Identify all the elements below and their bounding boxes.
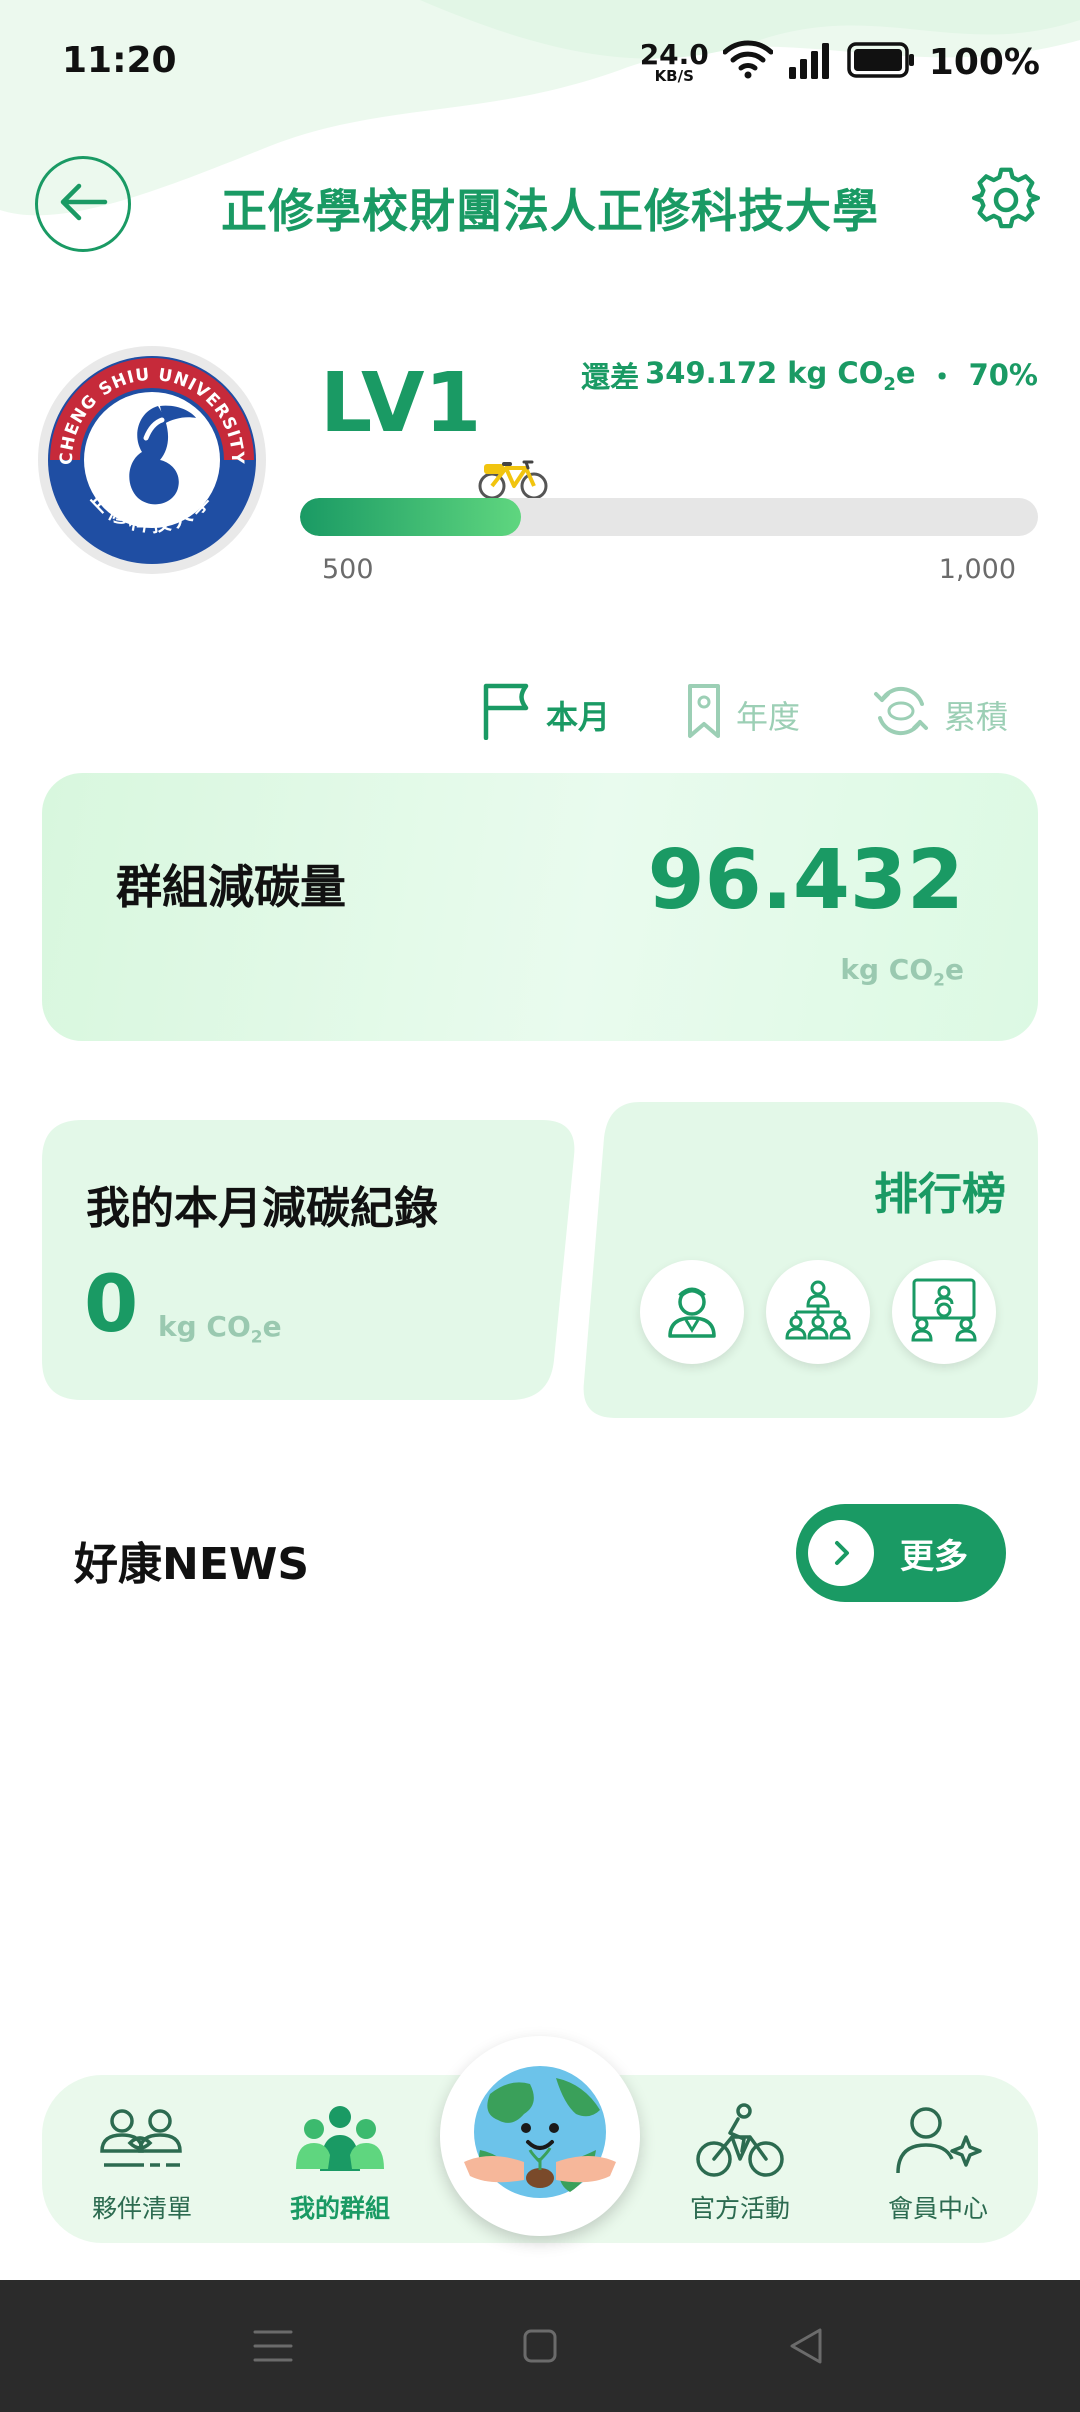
nav-official-events[interactable]: 官方活動: [670, 2103, 810, 2233]
news-title: 好康NEWS: [74, 1539, 310, 1590]
status-time: 11:20: [62, 40, 177, 81]
battery-icon: [847, 41, 915, 83]
level-label: LV1: [320, 356, 482, 451]
group-reduction-label: 群組減碳量: [116, 860, 346, 914]
menu-icon[interactable]: [247, 2320, 299, 2372]
flag-icon: [480, 682, 532, 748]
back-button[interactable]: [35, 156, 131, 252]
nav-partners-label: 夥伴清單: [91, 2194, 192, 2223]
person-icon: [662, 1280, 722, 1344]
nav-official-events-label: 官方活動: [689, 2194, 790, 2223]
remaining-prefix: 還差: [581, 360, 640, 394]
nav-my-group-label: 我的群組: [289, 2194, 390, 2223]
gear-icon: [971, 166, 1041, 238]
nav-member-center[interactable]: 會員中心: [868, 2103, 1008, 2233]
chevron-right-icon: [808, 1520, 874, 1586]
home-icon[interactable]: [514, 2320, 566, 2372]
ranking-group-button[interactable]: [766, 1260, 870, 1364]
progress-max-label: 1,000: [938, 554, 1016, 585]
level-section: CHENG SHIU UNIVERSITY 正修科技大學 LV1 還差 349.…: [0, 340, 1080, 620]
nav-partners[interactable]: 夥伴清單: [72, 2103, 212, 2233]
status-icons: 24.0 KB/S 100%: [640, 38, 1040, 86]
app-header: 正修學校財團法人正修科技大學: [0, 150, 1080, 260]
network-speed: 24.0 KB/S: [639, 37, 709, 85]
monthly-record-card[interactable]: 我的本月減碳紀錄 0 kg CO2e: [42, 1120, 578, 1400]
group-reduction-value: 96.432: [647, 833, 964, 928]
remaining-to-next-level: 還差 349.172 kg CO2e ・ 70%: [581, 354, 1038, 396]
tab-year-label: 年度: [736, 698, 801, 736]
battery-level: 100%: [928, 41, 1040, 83]
tab-month[interactable]: 本月: [480, 680, 610, 750]
status-bar: 11:20 24.0 KB/S 100%: [0, 0, 1080, 125]
arrow-left-icon: [57, 181, 109, 227]
remaining-value: 349.172 kg CO2e: [645, 355, 916, 395]
wifi-icon: [722, 40, 774, 84]
signal-icon: [787, 41, 833, 83]
tab-accumulated[interactable]: 累積: [872, 680, 1008, 750]
progress-percent: 70%: [968, 358, 1038, 392]
bookmark-icon: [686, 682, 722, 748]
tab-year[interactable]: 年度: [686, 680, 800, 750]
system-navigation-bar: [0, 2280, 1080, 2412]
department-icon: [908, 1278, 980, 1346]
group-reduction-unit: kg CO2e: [840, 953, 964, 991]
level-progress-bar: [300, 498, 1038, 536]
tab-accumulated-label: 累積: [944, 698, 1009, 736]
network-speed-value: 24.0: [639, 37, 709, 71]
news-section-header: 好康NEWS 更多: [0, 1500, 1080, 1610]
progress-min-label: 500: [322, 554, 374, 585]
ranking-department-button[interactable]: [892, 1260, 996, 1364]
level-progress-fill: [300, 498, 522, 536]
partners-icon: [94, 2103, 190, 2183]
back-icon[interactable]: [780, 2320, 832, 2372]
period-tabs: 本月 年度 累積: [0, 680, 1080, 750]
monthly-record-value: 0: [84, 1260, 139, 1350]
nav-home-center-button[interactable]: [440, 2036, 640, 2236]
network-speed-unit: KB/S: [654, 66, 694, 85]
nav-my-group[interactable]: 我的群組: [270, 2103, 410, 2233]
tab-month-label: 本月: [546, 698, 611, 736]
member-icon: [890, 2103, 986, 2183]
page-title: 正修學校財團法人正修科技大學: [221, 184, 879, 238]
ranking-card[interactable]: 排行榜: [580, 1102, 1038, 1418]
university-logo: CHENG SHIU UNIVERSITY 正修科技大學: [36, 344, 268, 576]
ranking-individual-button[interactable]: [640, 1260, 744, 1364]
bicycle-icon: [476, 452, 550, 502]
cycle-icon: [872, 682, 930, 748]
cyclist-icon: [692, 2103, 788, 2183]
ranking-label: 排行榜: [874, 1169, 1006, 1220]
earth-mascot-icon: [460, 2054, 620, 2218]
nav-member-center-label: 會員中心: [887, 2194, 988, 2223]
more-news-label: 更多: [900, 1536, 968, 1577]
separator-dot: ・: [927, 360, 957, 394]
monthly-record-unit: kg CO2e: [158, 1310, 282, 1348]
more-news-button[interactable]: 更多: [796, 1504, 1006, 1602]
settings-button[interactable]: [970, 166, 1042, 238]
group-icon: [292, 2103, 388, 2183]
monthly-record-label: 我的本月減碳紀錄: [86, 1183, 438, 1234]
group-icon: [782, 1278, 854, 1346]
group-reduction-card: 群組減碳量 96.432 kg CO2e: [42, 773, 1038, 1041]
